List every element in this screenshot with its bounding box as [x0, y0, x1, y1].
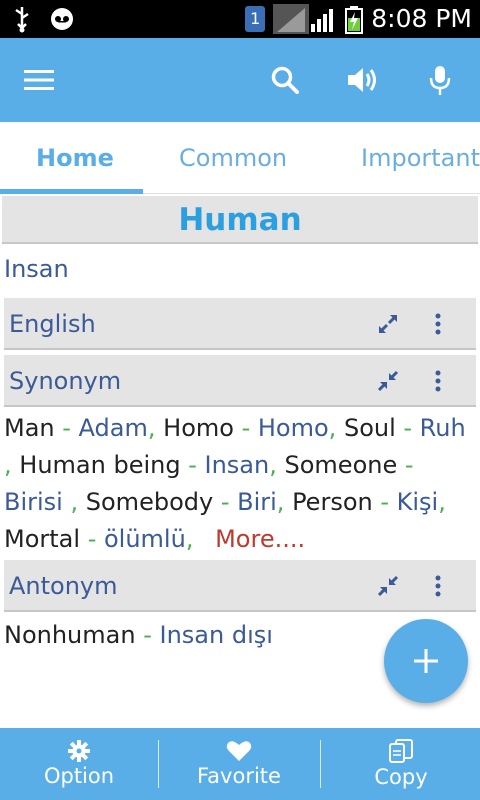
copy-button[interactable]: Copy: [322, 728, 480, 800]
comma: ,: [185, 525, 194, 553]
synonym-translation: Biri: [237, 488, 277, 516]
synonym-translation: Birisi: [4, 488, 63, 516]
comma: ,: [276, 488, 285, 516]
separator: -: [135, 621, 160, 649]
synonym-translation: Insan: [204, 451, 270, 479]
gear-icon: [68, 740, 90, 762]
word-translation: Insan: [4, 255, 69, 283]
more-link[interactable]: More....: [215, 525, 305, 553]
antonym-section-header[interactable]: Antonym: [4, 560, 476, 612]
synonym-translation: Kişi: [396, 488, 439, 516]
comma: ,: [147, 414, 156, 442]
battery-charging-icon: [345, 4, 364, 34]
hamburger-menu-icon[interactable]: [17, 58, 61, 102]
expand-icon[interactable]: [370, 306, 406, 342]
comma: ,: [70, 488, 79, 516]
synonym-word: Person: [292, 488, 373, 516]
tab-bar: Home Common Important: [0, 122, 480, 194]
synonym-word: Soul: [343, 414, 396, 442]
overflow-menu-icon[interactable]: [420, 306, 456, 342]
tab-common[interactable]: Common: [179, 122, 287, 194]
separator: -: [397, 451, 414, 479]
synonym-word: Man: [4, 414, 55, 442]
separator: -: [54, 414, 79, 442]
add-fab-button[interactable]: [384, 619, 468, 703]
speaker-icon[interactable]: [341, 58, 385, 102]
option-button[interactable]: Option: [0, 728, 158, 800]
synonym-section-header[interactable]: Synonym: [4, 355, 476, 407]
word-title: Human: [2, 196, 478, 244]
synonym-word: Mortal: [4, 525, 81, 553]
antonym-translation: Insan dışı: [159, 621, 273, 649]
antonym-word: Nonhuman: [4, 621, 136, 649]
divider: [320, 740, 321, 788]
sim-icon: 1: [245, 6, 266, 32]
separator: -: [87, 525, 104, 553]
collapse-icon[interactable]: [370, 568, 406, 604]
synonym-word: Homo: [163, 414, 234, 442]
antonym-section-title: Antonym: [9, 572, 118, 600]
microphone-icon[interactable]: [418, 58, 462, 102]
favorite-button[interactable]: Favorite: [160, 728, 318, 800]
comma: ,: [328, 414, 337, 442]
heart-icon: [226, 741, 252, 761]
clock: 8:08 PM: [371, 4, 472, 33]
comma: ,: [269, 451, 277, 479]
synonym-translation: ölümlü: [103, 525, 186, 553]
search-icon[interactable]: [263, 58, 307, 102]
separator: -: [395, 414, 420, 442]
status-bar: 1 8:08 PM: [0, 0, 480, 38]
plus-icon: [414, 649, 438, 673]
synonym-word: Someone: [284, 451, 398, 479]
synonym-word: Human being: [19, 451, 181, 479]
tab-important[interactable]: Important: [361, 122, 480, 194]
bottom-action-bar: Option Favorite Copy: [0, 728, 480, 800]
active-tab-indicator: [0, 189, 143, 194]
tab-home[interactable]: Home: [36, 122, 114, 194]
synonym-list: Man - Adam, Homo - Homo, Soul - Ruh , Hu…: [4, 410, 478, 558]
signal-strength-icon: [273, 4, 310, 34]
copy-label: Copy: [374, 765, 428, 789]
usb-icon: [10, 4, 38, 34]
option-label: Option: [43, 764, 115, 788]
voicemail-icon: [48, 4, 76, 34]
favorite-label: Favorite: [197, 764, 281, 788]
collapse-icon[interactable]: [370, 363, 406, 399]
app-toolbar: [0, 38, 480, 122]
synonym-translation: Adam: [78, 414, 148, 442]
english-section-title: English: [9, 310, 96, 338]
comma: ,: [4, 451, 12, 479]
separator: -: [180, 451, 205, 479]
copy-icon: [389, 739, 413, 763]
comma: ,: [438, 488, 446, 516]
english-section-header[interactable]: English: [4, 298, 476, 350]
divider: [158, 740, 159, 788]
overflow-menu-icon[interactable]: [420, 363, 456, 399]
synonym-translation: Ruh: [419, 414, 466, 442]
antonym-list: Nonhuman - Insan dışı: [4, 617, 273, 654]
synonym-word: Somebody: [85, 488, 214, 516]
separator: -: [372, 488, 397, 516]
synonym-translation: Homo: [257, 414, 329, 442]
synonym-section-title: Synonym: [9, 367, 122, 395]
overflow-menu-icon[interactable]: [420, 568, 456, 604]
network-bars-icon: [309, 4, 337, 34]
separator: -: [233, 414, 258, 442]
separator: -: [213, 488, 238, 516]
